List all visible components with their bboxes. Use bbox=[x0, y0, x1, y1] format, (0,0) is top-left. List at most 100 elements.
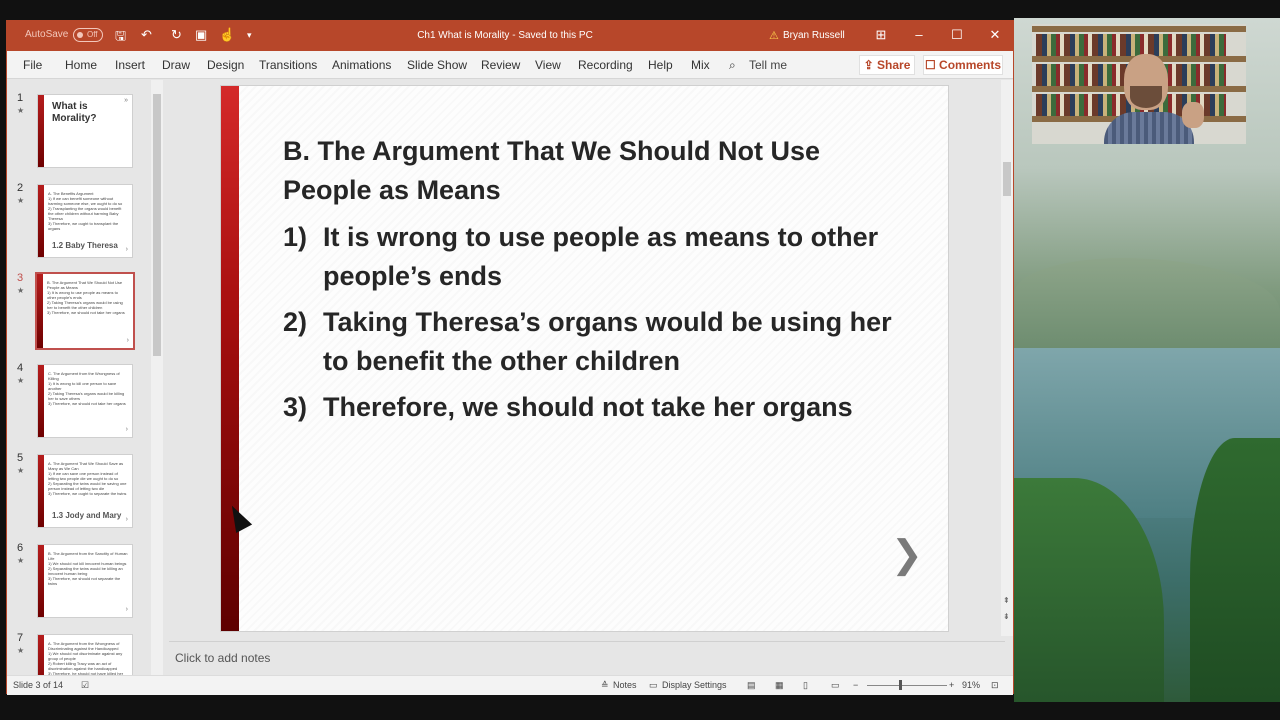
thumbnail-number: 6 bbox=[17, 542, 24, 554]
next-arrow-icon[interactable]: ❯ bbox=[891, 532, 923, 577]
notes-pane[interactable]: Click to add notes bbox=[169, 641, 1005, 675]
tab-design[interactable]: Design bbox=[207, 58, 244, 72]
title-bar: AutoSave Off 🖫 ↶ ↻ ▣ ☝ ▾ Ch1 What is Mor… bbox=[7, 21, 1013, 51]
tell-me-search[interactable]: Tell me bbox=[749, 58, 787, 72]
thumbnail-line: 2) Robert killing Tracy was an act of di… bbox=[48, 661, 118, 671]
thumbnail-number: 1 bbox=[17, 92, 24, 104]
slide-show-icon[interactable]: ▭ bbox=[831, 680, 840, 691]
animation-star-icon: ★ bbox=[17, 376, 25, 385]
item-text: Therefore, we should not take her organs bbox=[323, 392, 853, 422]
thumbnail-slide-1[interactable]: What is Morality? » bbox=[37, 94, 133, 168]
thumbnail-line: 1) If we can benefit someone without har… bbox=[48, 196, 123, 206]
thumbnail-line: C. The Argument from the Wrongness of Ki… bbox=[48, 371, 120, 381]
thumbnail-slide-3[interactable]: B. The Argument That We Should Not Use P… bbox=[35, 272, 135, 350]
thumbnail-line: A. The Argument from the Wrongness of Di… bbox=[48, 641, 120, 651]
thumbnail-slide-2[interactable]: A. The Benefits Argument 1) If we can be… bbox=[37, 184, 133, 258]
thumbnail-line: B. The Argument from the Sanctity of Hum… bbox=[48, 551, 128, 561]
zoom-level[interactable]: 91% bbox=[962, 680, 980, 690]
redo-icon[interactable]: ↻ bbox=[171, 27, 182, 43]
thumbnail-line: 2) Separating the twins would be killing… bbox=[48, 566, 123, 576]
tab-review[interactable]: Review bbox=[481, 58, 520, 72]
webcam-overlay bbox=[1032, 24, 1246, 144]
normal-view-icon[interactable]: ▤ bbox=[747, 680, 756, 691]
thumbnail-line: 1) It is wrong to kill one person to sav… bbox=[48, 381, 117, 391]
slide-scroll-thumb[interactable] bbox=[1003, 162, 1011, 196]
slide-scrollbar[interactable]: ⇞ ⇟ bbox=[1001, 80, 1013, 636]
animation-star-icon: ★ bbox=[17, 466, 25, 475]
thumbnail-scrollbar[interactable] bbox=[151, 80, 163, 676]
save-icon[interactable]: 🖫 bbox=[115, 27, 126, 49]
thumbnail-subtitle: 1.2 Baby Theresa bbox=[52, 241, 118, 250]
slide-sorter-icon[interactable]: ▦ bbox=[775, 680, 784, 691]
display-settings-icon[interactable]: ▭ bbox=[649, 680, 658, 691]
thumbnail-title: What is Morality? bbox=[52, 101, 97, 124]
tab-insert[interactable]: Insert bbox=[115, 58, 145, 72]
touch-mode-icon[interactable]: ☝ bbox=[219, 27, 235, 43]
ribbon-display-icon[interactable]: ⊞ bbox=[871, 27, 891, 43]
thumbnail-slide-4[interactable]: C. The Argument from the Wrongness of Ki… bbox=[37, 364, 133, 438]
autosave-label: AutoSave bbox=[25, 29, 69, 40]
animation-star-icon: ★ bbox=[17, 286, 25, 295]
fit-to-window-icon[interactable]: ⊡ bbox=[991, 680, 999, 691]
customize-toolbar-icon[interactable]: ▾ bbox=[247, 30, 252, 41]
thumbnail-number: 4 bbox=[17, 362, 24, 374]
comments-button[interactable]: ☐ Comments bbox=[923, 55, 1003, 75]
thumbnail-scroll-thumb[interactable] bbox=[153, 94, 161, 356]
zoom-out-icon[interactable]: − bbox=[853, 680, 858, 690]
autosave-toggle[interactable]: Off bbox=[73, 28, 103, 42]
animation-star-icon: ★ bbox=[17, 196, 25, 205]
tab-draw[interactable]: Draw bbox=[162, 58, 190, 72]
accessibility-icon[interactable]: ☑ bbox=[81, 680, 89, 691]
tab-slide-show[interactable]: Slide Show bbox=[407, 58, 467, 72]
tab-mix[interactable]: Mix bbox=[691, 58, 710, 72]
search-icon[interactable]: ⌕ bbox=[729, 58, 736, 73]
tab-transitions[interactable]: Transitions bbox=[259, 58, 317, 72]
notes-placeholder[interactable]: Click to add notes bbox=[175, 651, 270, 665]
tab-help[interactable]: Help bbox=[648, 58, 673, 72]
comments-label: Comments bbox=[939, 58, 1002, 72]
reading-view-icon[interactable]: ▯ bbox=[803, 680, 808, 691]
slide-accent-bar bbox=[221, 86, 239, 631]
tab-view[interactable]: View bbox=[535, 58, 561, 72]
tab-animations[interactable]: Animations bbox=[332, 58, 391, 72]
user-name[interactable]: Bryan Russell bbox=[783, 30, 845, 41]
thumbnail-slide-6[interactable]: B. The Argument from the Sanctity of Hum… bbox=[37, 544, 133, 618]
previous-slide-icon[interactable]: ⇞ bbox=[1003, 596, 1010, 605]
notes-button[interactable]: Notes bbox=[613, 680, 637, 690]
thumbnail-line: A. The Argument That We Should Save as M… bbox=[48, 461, 124, 471]
minimize-icon[interactable]: – bbox=[909, 27, 929, 42]
tab-recording[interactable]: Recording bbox=[578, 58, 633, 72]
zoom-slider-thumb[interactable] bbox=[899, 680, 902, 690]
item-number: 2) bbox=[283, 307, 308, 337]
item-number: 1) bbox=[283, 222, 308, 252]
animation-star-icon: ★ bbox=[17, 556, 25, 565]
slide-heading[interactable]: B. The Argument That We Should Not Use P… bbox=[283, 132, 903, 210]
present-icon[interactable]: ▣ bbox=[195, 27, 207, 43]
tab-home[interactable]: Home bbox=[65, 58, 97, 72]
thumbnail-line: 2) Taking Theresa's organs would be kill… bbox=[48, 391, 125, 401]
thumbnail-slide-7[interactable]: A. The Argument from the Wrongness of Di… bbox=[37, 634, 133, 676]
document-title: Ch1 What is Morality - Saved to this PC bbox=[417, 30, 593, 41]
zoom-slider[interactable] bbox=[867, 685, 947, 686]
display-settings-button[interactable]: Display Settings bbox=[662, 680, 727, 690]
share-button[interactable]: ⇪ Share bbox=[859, 55, 915, 75]
close-icon[interactable]: ✕ bbox=[985, 27, 1005, 43]
zoom-in-icon[interactable]: + bbox=[949, 680, 954, 690]
item-number: 3) bbox=[283, 392, 308, 422]
thumbnail-number: 7 bbox=[17, 632, 24, 644]
item-text: It is wrong to use people as means to ot… bbox=[323, 222, 879, 291]
thumbnail-slide-5[interactable]: A. The Argument That We Should Save as M… bbox=[37, 454, 133, 528]
next-slide-icon[interactable]: ⇟ bbox=[1003, 612, 1010, 621]
share-icon: ⇪ bbox=[863, 58, 878, 72]
maximize-icon[interactable]: ☐ bbox=[947, 27, 967, 43]
tab-file[interactable]: File bbox=[23, 58, 42, 72]
undo-icon[interactable]: ↶ bbox=[141, 27, 152, 43]
notes-icon[interactable]: ≙ bbox=[601, 680, 609, 691]
thumbnail-line: 1) It is wrong to use people as means to… bbox=[47, 290, 118, 300]
share-label: Share bbox=[877, 58, 911, 72]
screen: AutoSave Off 🖫 ↶ ↻ ▣ ☝ ▾ Ch1 What is Mor… bbox=[0, 0, 1280, 720]
thumbnail-line: 1) If we can save one person instead of … bbox=[48, 471, 119, 481]
slide-canvas[interactable]: B. The Argument That We Should Not Use P… bbox=[220, 85, 949, 632]
animation-star-icon: ★ bbox=[17, 646, 25, 655]
thumbnail-line: 2) Taking Theresa's organs would be usin… bbox=[47, 300, 123, 310]
